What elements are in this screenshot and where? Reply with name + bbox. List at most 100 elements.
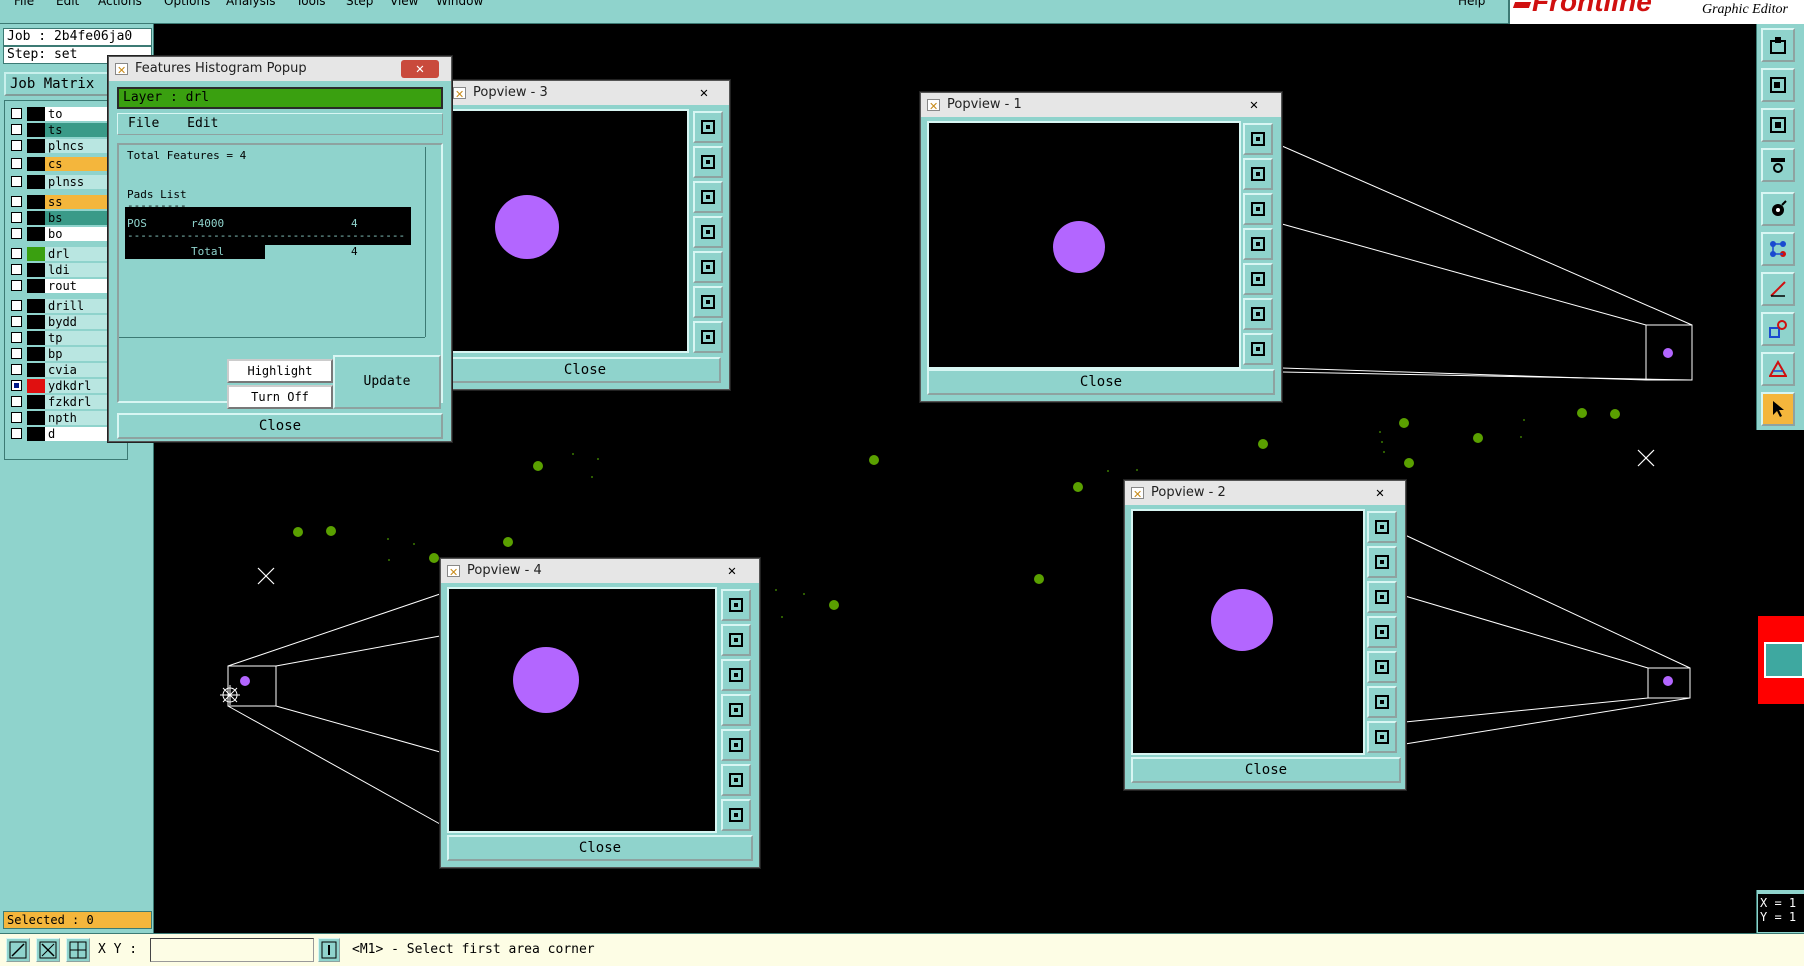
view-tool-button[interactable] <box>1243 228 1273 260</box>
layer-color-swatch[interactable] <box>27 331 45 345</box>
menu-tools[interactable]: Tools <box>296 0 336 14</box>
view-tool-button[interactable] <box>721 729 751 761</box>
menu-analysis[interactable]: Analysis <box>226 0 286 14</box>
view-tool-button[interactable] <box>1243 123 1273 155</box>
close-icon[interactable]: ✕ <box>713 562 751 580</box>
layer-checkbox[interactable] <box>11 212 22 223</box>
close-icon[interactable]: ✕ <box>685 84 723 102</box>
layer-checkbox[interactable] <box>11 300 22 311</box>
layer-checkbox[interactable] <box>11 158 22 169</box>
layer-checkbox[interactable] <box>11 316 22 327</box>
layer-color-swatch[interactable] <box>27 395 45 409</box>
view-tool-button[interactable] <box>721 694 751 726</box>
highlight-button[interactable]: Highlight <box>227 359 333 383</box>
xy-input[interactable] <box>150 938 314 962</box>
layer-checkbox[interactable] <box>11 396 22 407</box>
popview-2-close-button[interactable]: Close <box>1131 757 1401 783</box>
view-tool-button[interactable] <box>1243 193 1273 225</box>
view-tool-button[interactable] <box>693 146 723 178</box>
popview-1-close-button[interactable]: Close <box>927 369 1275 395</box>
popview-1-view[interactable] <box>927 121 1241 369</box>
layer-color-swatch[interactable] <box>27 299 45 313</box>
popview-1-titlebar[interactable]: Popview - 1 <box>921 93 1281 119</box>
popview-4-titlebar[interactable]: Popview - 4 <box>441 559 759 585</box>
grid-button[interactable] <box>66 938 90 962</box>
layer-checkbox[interactable] <box>11 364 22 375</box>
layer-color-swatch[interactable] <box>27 279 45 293</box>
layer-color-swatch[interactable] <box>27 363 45 377</box>
pointer-button[interactable] <box>1761 392 1795 426</box>
view-tool-button[interactable] <box>1243 333 1273 365</box>
right-layer-thumbnail[interactable] <box>1764 642 1804 678</box>
report-horizontal-scrollbar[interactable] <box>119 337 425 351</box>
layer-checkbox[interactable] <box>11 140 22 151</box>
menu-actions[interactable]: Actions <box>98 0 158 14</box>
view-tool-button[interactable] <box>1367 616 1397 648</box>
view-tool-button[interactable] <box>1367 581 1397 613</box>
view-tool-button[interactable] <box>1367 511 1397 543</box>
menu-file[interactable]: File <box>14 0 44 14</box>
view-tool-button[interactable] <box>693 251 723 283</box>
fit-screen-button[interactable] <box>1761 108 1795 142</box>
triangle-button[interactable] <box>1761 352 1795 386</box>
close-icon[interactable]: ✕ <box>1235 96 1273 114</box>
view-tool-button[interactable] <box>1367 686 1397 718</box>
layer-color-swatch[interactable] <box>27 123 45 137</box>
close-icon[interactable]: ✕ <box>1361 484 1399 502</box>
histogram-menu-edit[interactable]: Edit <box>187 116 218 131</box>
layer-color-swatch[interactable] <box>27 175 45 189</box>
layer-checkbox[interactable] <box>11 176 22 187</box>
layer-checkbox[interactable] <box>11 108 22 119</box>
view-tool-button[interactable] <box>721 624 751 656</box>
layer-checkbox[interactable] <box>11 348 22 359</box>
view-tool-button[interactable] <box>693 286 723 318</box>
view-tool-button[interactable] <box>721 764 751 796</box>
close-icon[interactable]: ✕ <box>401 60 439 78</box>
layer-checkbox[interactable] <box>11 248 22 259</box>
view-tool-button[interactable] <box>721 589 751 621</box>
layer-color-swatch[interactable] <box>27 107 45 121</box>
turn-off-button[interactable]: Turn Off <box>227 385 333 409</box>
histogram-titlebar[interactable]: Features Histogram Popup <box>109 57 451 83</box>
layer-checkbox[interactable] <box>11 412 22 423</box>
layer-checkbox[interactable] <box>11 280 22 291</box>
layer-checkbox[interactable] <box>11 380 22 391</box>
layer-color-swatch[interactable] <box>27 195 45 209</box>
view-tool-button[interactable] <box>1243 263 1273 295</box>
view-tool-button[interactable] <box>1367 546 1397 578</box>
measure-button[interactable] <box>1761 148 1795 182</box>
menu-options[interactable]: Options <box>164 0 220 14</box>
view-tool-button[interactable] <box>693 111 723 143</box>
update-button[interactable]: Update <box>333 355 441 409</box>
popview-4-close-button[interactable]: Close <box>447 835 753 861</box>
view-tool-button[interactable] <box>693 321 723 353</box>
report-vertical-scrollbar[interactable] <box>425 147 439 337</box>
layer-color-swatch[interactable] <box>27 139 45 153</box>
layer-checkbox[interactable] <box>11 196 22 207</box>
layer-checkbox[interactable] <box>11 264 22 275</box>
menu-window[interactable]: Window <box>436 0 496 14</box>
view-tool-button[interactable] <box>721 799 751 831</box>
layer-color-swatch[interactable] <box>27 263 45 277</box>
layer-checkbox[interactable] <box>11 124 22 135</box>
view-tool-button[interactable] <box>693 216 723 248</box>
view-tool-button[interactable] <box>1243 158 1273 190</box>
layer-checkbox[interactable] <box>11 228 22 239</box>
view-tool-button[interactable] <box>693 181 723 213</box>
menu-view[interactable]: View <box>390 0 424 14</box>
layer-checkbox[interactable] <box>11 428 22 439</box>
popview-4-view[interactable] <box>447 587 717 833</box>
layer-color-swatch[interactable] <box>27 247 45 261</box>
popview-3-close-button[interactable]: Close <box>449 357 721 383</box>
draw-line-button[interactable] <box>6 938 30 962</box>
layer-color-swatch[interactable] <box>27 347 45 361</box>
layer-color-swatch[interactable] <box>27 379 45 393</box>
layer-color-swatch[interactable] <box>27 211 45 225</box>
histogram-close-button[interactable]: Close <box>117 413 443 439</box>
layer-color-swatch[interactable] <box>27 411 45 425</box>
popview-3-view[interactable] <box>449 109 689 353</box>
angle-button[interactable] <box>1761 272 1795 306</box>
view-tool-button[interactable] <box>721 659 751 691</box>
snap-button[interactable] <box>1761 192 1795 226</box>
menu-edit[interactable]: Edit <box>56 0 86 14</box>
